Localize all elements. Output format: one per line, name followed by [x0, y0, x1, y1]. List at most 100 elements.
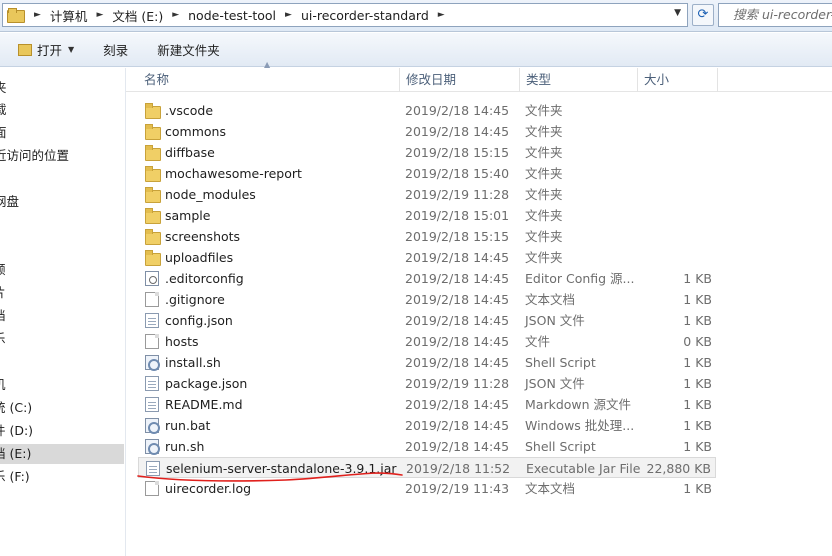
- file-row[interactable]: mochawesome-report 2019/2/18 15:40 文件夹: [138, 163, 716, 184]
- column-header-type[interactable]: 类型: [520, 68, 638, 92]
- breadcrumb-drive-e[interactable]: 文档 (E:): [112, 6, 163, 25]
- folder-icon: [145, 187, 161, 203]
- file-modified: 2019/2/18 15:15: [405, 229, 510, 244]
- file-type: Editor Config 源...: [525, 271, 635, 286]
- column-header-size[interactable]: 大小: [638, 68, 718, 92]
- file-modified: 2019/2/18 14:45: [405, 103, 510, 118]
- file-name: README.md: [165, 397, 243, 412]
- file-row[interactable]: .vscode 2019/2/18 14:45 文件夹: [138, 100, 716, 121]
- folder-icon: [145, 124, 161, 140]
- address-history-dropdown-icon[interactable]: ▼: [674, 8, 681, 18]
- breadcrumb-chevron-icon[interactable]: ►: [96, 10, 103, 20]
- nav-item-selected[interactable]: 档 (E:): [0, 444, 124, 464]
- burn-button[interactable]: 刻录: [103, 40, 128, 59]
- file-size: 1 KB: [683, 481, 712, 496]
- file-modified: 2019/2/19 11:28: [405, 187, 510, 202]
- nav-item[interactable]: 乐: [0, 329, 13, 349]
- file-name: package.json: [165, 376, 248, 391]
- script-file-icon: [145, 418, 160, 434]
- breadcrumb-node-test-tool[interactable]: node-test-tool: [188, 8, 276, 23]
- file-type: Shell Script: [525, 439, 596, 454]
- file-modified: 2019/2/18 15:15: [405, 145, 510, 160]
- file-row[interactable]: package.json 2019/2/19 11:28 JSON 文件 1 KB: [138, 373, 716, 394]
- breadcrumb-chevron-icon[interactable]: ►: [438, 10, 445, 20]
- file-size: 1 KB: [683, 292, 712, 307]
- file-modified: 2019/2/18 14:45: [405, 334, 510, 349]
- nav-item[interactable]: 统 (C:): [0, 398, 39, 418]
- folder-icon: [145, 208, 161, 224]
- file-row[interactable]: node_modules 2019/2/19 11:28 文件夹: [138, 184, 716, 205]
- folder-icon: [145, 229, 161, 245]
- file-type: 文件: [525, 334, 551, 349]
- nav-item[interactable]: 面: [0, 123, 13, 143]
- search-input[interactable]: 搜索 ui-recorder-standard: [718, 3, 832, 27]
- open-button[interactable]: 打开 ▼: [18, 40, 74, 59]
- refresh-button[interactable]: ⟳: [692, 4, 714, 26]
- nav-item[interactable]: 件 (D:): [0, 421, 40, 441]
- file-name: run.bat: [165, 418, 211, 433]
- column-header-name[interactable]: 名称: [138, 68, 400, 92]
- file-type: Markdown 源文件: [525, 397, 632, 412]
- file-row[interactable]: .gitignore 2019/2/18 14:45 文本文档 1 KB: [138, 289, 716, 310]
- nav-item[interactable]: 乐 (F:): [0, 467, 37, 487]
- file-size: 1 KB: [683, 355, 712, 370]
- breadcrumb-chevron-icon[interactable]: ►: [172, 10, 179, 20]
- file-row[interactable]: commons 2019/2/18 14:45 文件夹: [138, 121, 716, 142]
- file-type: 文件夹: [525, 187, 563, 202]
- file-modified: 2019/2/18 11:52: [406, 461, 511, 476]
- file-type: 文件夹: [525, 208, 563, 223]
- markdown-file-icon: [145, 397, 159, 412]
- nav-item[interactable]: 频: [0, 260, 13, 280]
- file-type: 文件夹: [525, 145, 563, 160]
- file-row[interactable]: uploadfiles 2019/2/18 14:45 文件夹: [138, 247, 716, 268]
- file-row[interactable]: run.bat 2019/2/18 14:45 Windows 批处理... 1 KB: [138, 415, 716, 436]
- file-name: install.sh: [165, 355, 221, 370]
- address-bar[interactable]: ► 计算机 ► 文档 (E:) ► node-test-tool ► ui-re…: [2, 3, 688, 27]
- breadcrumb-chevron-icon[interactable]: ►: [34, 10, 41, 20]
- new-folder-button[interactable]: 新建文件夹: [157, 40, 220, 59]
- file-name: sample: [165, 208, 211, 223]
- burn-button-label: 刻录: [103, 43, 129, 58]
- file-modified: 2019/2/18 14:45: [405, 250, 510, 265]
- file-name: config.json: [165, 313, 233, 328]
- file-name: mochawesome-report: [165, 166, 302, 181]
- file-row[interactable]: diffbase 2019/2/18 15:15 文件夹: [138, 142, 716, 163]
- file-type: JSON 文件: [525, 376, 585, 391]
- file-name: node_modules: [165, 187, 256, 202]
- file-name: .editorconfig: [165, 271, 244, 286]
- file-size: 22,880 KB: [646, 461, 711, 476]
- file-row[interactable]: install.sh 2019/2/18 14:45 Shell Script 1 K…: [138, 352, 716, 373]
- file-row[interactable]: sample 2019/2/18 15:01 文件夹: [138, 205, 716, 226]
- file-modified: 2019/2/19 11:28: [405, 376, 510, 391]
- file-row[interactable]: screenshots 2019/2/18 15:15 文件夹: [138, 226, 716, 247]
- nav-item[interactable]: 档: [0, 306, 13, 326]
- file-row[interactable]: README.md 2019/2/18 14:45 Markdown 源文件 1 KB: [138, 394, 716, 415]
- file-modified: 2019/2/18 14:45: [405, 439, 510, 454]
- file-type: 文本文档: [525, 481, 576, 496]
- command-toolbar: 打开 ▼ 刻录 新建文件夹: [0, 33, 832, 67]
- nav-item[interactable]: 机: [0, 375, 13, 395]
- navigation-pane[interactable]: 夹 载 面 近访问的位置 网盘 频 片 档 乐 机 统 (C:) 件 (D:) …: [0, 68, 126, 556]
- file-row[interactable]: run.sh 2019/2/18 14:45 Shell Script 1 KB: [138, 436, 716, 457]
- breadcrumb-computer[interactable]: 计算机: [50, 6, 88, 25]
- file-size: 1 KB: [683, 397, 712, 412]
- nav-item[interactable]: 网盘: [0, 192, 25, 212]
- breadcrumb-ui-recorder-standard[interactable]: ui-recorder-standard: [301, 8, 429, 23]
- nav-item[interactable]: 片: [0, 283, 13, 303]
- file-row[interactable]: .editorconfig 2019/2/18 14:45 Editor Confi…: [138, 268, 716, 289]
- new-folder-button-label: 新建文件夹: [157, 43, 220, 58]
- nav-item[interactable]: 载: [0, 100, 13, 120]
- file-modified: 2019/2/19 11:43: [405, 481, 510, 496]
- column-header-modified[interactable]: 修改日期: [400, 68, 520, 92]
- file-row[interactable]: config.json 2019/2/18 14:45 JSON 文件 1 KB: [138, 310, 716, 331]
- folder-icon: [145, 103, 161, 119]
- nav-item[interactable]: 夹: [0, 78, 13, 98]
- file-type: 文件夹: [525, 250, 563, 265]
- file-row[interactable]: hosts 2019/2/18 14:45 文件 0 KB: [138, 331, 716, 352]
- file-type: 文件夹: [525, 166, 563, 181]
- breadcrumb-chevron-icon[interactable]: ►: [285, 10, 292, 20]
- file-size: 1 KB: [683, 313, 712, 328]
- folder-icon: [145, 145, 161, 161]
- nav-item[interactable]: 近访问的位置: [0, 146, 75, 166]
- open-button-label: 打开: [37, 43, 63, 58]
